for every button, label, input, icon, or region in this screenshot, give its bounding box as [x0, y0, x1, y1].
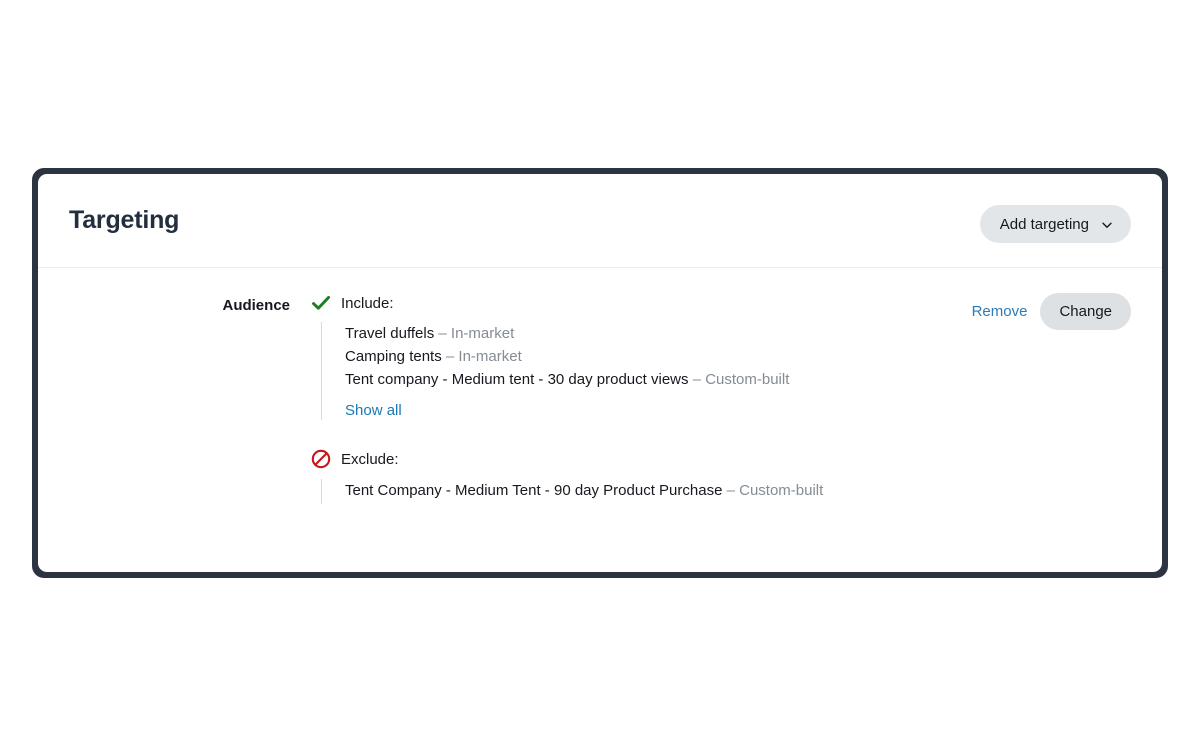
- item-separator: –: [722, 482, 740, 499]
- show-all-link[interactable]: Show all: [345, 402, 402, 419]
- targeting-card: Targeting Add targeting Audience Include…: [38, 174, 1162, 572]
- green-check-icon: [311, 293, 331, 313]
- include-item-list: Travel duffels – In-market Camping tents…: [321, 322, 789, 420]
- list-item: Travel duffels – In-market: [345, 322, 789, 345]
- item-type: In-market: [450, 325, 515, 342]
- item-type: Custom-built: [705, 371, 790, 388]
- item-separator: –: [688, 371, 706, 388]
- item-separator: –: [441, 348, 459, 365]
- add-targeting-label: Add targeting: [999, 215, 1089, 233]
- item-name: Travel duffels: [345, 325, 435, 342]
- audience-label: Audience: [222, 297, 290, 314]
- item-type: Custom-built: [739, 482, 824, 499]
- highlight-frame: Targeting Add targeting Audience Include…: [32, 168, 1168, 578]
- remove-link[interactable]: Remove: [972, 303, 1028, 320]
- item-separator: –: [434, 325, 451, 342]
- audience-row-actions: Remove Change: [972, 293, 1131, 330]
- list-item: Tent company - Medium tent - 30 day prod…: [345, 368, 789, 391]
- exclude-heading: Exclude:: [341, 450, 399, 468]
- prohibition-icon: [311, 449, 331, 469]
- page-title: Targeting: [69, 206, 180, 234]
- item-name: Tent company - Medium tent - 30 day prod…: [345, 371, 689, 388]
- include-heading-row: Include:: [311, 292, 789, 314]
- include-heading: Include:: [341, 294, 394, 312]
- change-button[interactable]: Change: [1040, 293, 1131, 330]
- list-item: Tent Company - Medium Tent - 90 day Prod…: [345, 479, 823, 502]
- card-header: Targeting Add targeting: [38, 174, 1162, 268]
- exclude-heading-row: Exclude:: [311, 448, 823, 470]
- list-item: Camping tents – In-market: [345, 345, 789, 368]
- exclude-item-list: Tent Company - Medium Tent - 90 day Prod…: [321, 479, 823, 504]
- item-type: In-market: [458, 348, 522, 365]
- item-name: Tent Company - Medium Tent - 90 day Prod…: [345, 482, 723, 499]
- exclude-group: Exclude: Tent Company - Medium Tent - 90…: [311, 448, 823, 504]
- add-targeting-button[interactable]: Add targeting: [979, 205, 1131, 243]
- item-name: Camping tents: [345, 348, 442, 365]
- include-group: Include: Travel duffels – In-market Camp…: [311, 292, 789, 420]
- chevron-down-icon: [1101, 218, 1113, 230]
